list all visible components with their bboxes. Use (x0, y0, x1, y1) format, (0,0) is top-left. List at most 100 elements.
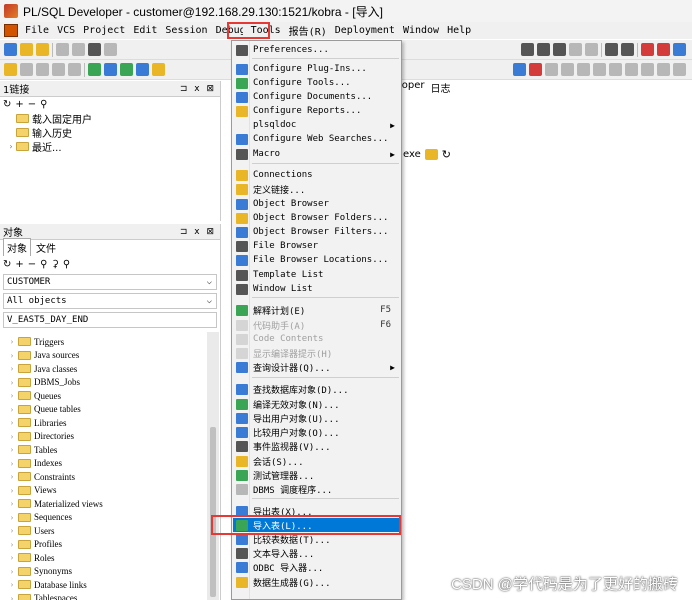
report-icon[interactable] (136, 63, 149, 76)
print-icon[interactable] (88, 43, 101, 56)
tree-item[interactable]: 输入历史 (6, 125, 220, 140)
tree-item[interactable]: 载入固定用户 (6, 111, 220, 126)
remove-icon[interactable]: − (28, 259, 36, 270)
window-tile-icon[interactable] (605, 42, 618, 56)
test-window-icon[interactable] (120, 63, 133, 76)
menu-item-window-list[interactable]: Window List (233, 282, 401, 296)
expand-icon[interactable]: › (6, 432, 18, 441)
tree-item[interactable]: › Roles (6, 551, 206, 565)
menu-item-test-manager[interactable]: 测试管理器... (233, 468, 401, 482)
expand-icon[interactable]: › (6, 499, 18, 508)
menu-item-connections[interactable]: Connections (233, 168, 401, 182)
tree-item[interactable]: › Database links (6, 578, 206, 592)
tree-item[interactable]: › Views (6, 484, 206, 498)
uncomment-icon[interactable] (569, 42, 582, 56)
menu-item-define-link[interactable]: 定义链接... (233, 182, 401, 196)
menu-item-compare-user[interactable]: 比较用户对象(O)... (233, 425, 401, 439)
open-recent-icon[interactable] (36, 43, 49, 56)
menu-item-event-monitor[interactable]: 事件监视器(V)... (233, 439, 401, 453)
indent-icon[interactable] (521, 42, 534, 56)
menu-item-web-search[interactable]: Configure Web Searches... (233, 132, 401, 146)
expand-icon[interactable]: › (6, 459, 18, 468)
menu-item-find-objects[interactable]: 查找数据库对象(D)... (233, 382, 401, 396)
tab-files[interactable]: 文件 (33, 239, 59, 256)
open-icon[interactable] (20, 43, 33, 56)
macro-list-icon[interactable] (657, 63, 670, 76)
command-window-icon[interactable] (104, 63, 117, 76)
search-icon[interactable] (4, 63, 17, 76)
brush-icon[interactable] (36, 63, 49, 76)
expand-icon[interactable]: › (6, 580, 18, 589)
system-menu-icon[interactable] (4, 24, 18, 37)
macro-stop-icon[interactable] (641, 63, 654, 76)
filter-select[interactable]: All objects ⌵ (3, 293, 217, 309)
menu-window[interactable]: Window (399, 25, 443, 36)
expand-icon[interactable]: › (6, 567, 18, 576)
tree-item[interactable]: › Indexes (6, 457, 206, 471)
toolbox-icon[interactable] (152, 63, 165, 76)
settings-icon[interactable] (20, 63, 33, 76)
menu-item-dbms-scheduler[interactable]: DBMS 调度程序... (233, 482, 401, 496)
menu-item-wrench[interactable]: Preferences... (233, 43, 401, 57)
add-icon[interactable]: + (15, 259, 23, 270)
bookmark-clear-icon[interactable] (593, 63, 606, 76)
menu-item-query-designer[interactable]: 查询设计器(Q)... ▶ (233, 360, 401, 374)
new-icon[interactable] (4, 43, 17, 56)
tab-developer[interactable]: loper (399, 80, 425, 95)
tree-item[interactable]: › Java classes (6, 362, 206, 376)
menu-item-file-browser[interactable]: File Browser (233, 239, 401, 253)
menu-item-plsqldoc[interactable]: plsqldoc ▶ (233, 118, 401, 132)
menu-vcs[interactable]: VCS (53, 25, 79, 36)
bell-icon[interactable] (52, 63, 65, 76)
object-search-input[interactable]: V_EAST5_DAY_END (3, 312, 217, 328)
favorite-icon[interactable]: ⚲ (63, 259, 70, 270)
panel-pin-close-icon[interactable]: ⊐ x ⊠ (180, 84, 220, 94)
menu-item-compile[interactable]: 编译无效对象(N)... (233, 397, 401, 411)
expand-icon[interactable]: › (6, 378, 18, 387)
menu-report[interactable]: 报告(R) (285, 23, 331, 38)
menu-help[interactable]: Help (443, 25, 475, 36)
bookmark-icon[interactable] (545, 63, 558, 76)
tree-item[interactable]: › Users (6, 524, 206, 538)
expand-icon[interactable]: › (6, 351, 18, 360)
refresh-icon[interactable]: ↻ (3, 99, 11, 110)
tree-item[interactable]: › Java sources (6, 349, 206, 363)
menu-file[interactable]: File (21, 25, 53, 36)
filter-icon[interactable]: ⚲ (40, 99, 47, 110)
comment-icon[interactable] (553, 42, 566, 56)
open-folder-icon[interactable] (424, 149, 438, 160)
panel-pin-close-icon[interactable]: ⊐ x ⊠ (180, 227, 220, 237)
find-icon[interactable]: ⚲ (40, 259, 47, 270)
refresh-icon[interactable]: ↻ (442, 148, 451, 161)
tree-item[interactable]: › DBMS_Jobs (6, 376, 206, 390)
macro-play-icon[interactable] (625, 63, 638, 76)
save-all-icon[interactable] (72, 43, 85, 56)
expand-icon[interactable]: › (6, 418, 18, 427)
info-icon[interactable] (673, 42, 686, 56)
expand-icon[interactable]: › (6, 513, 18, 522)
menu-session[interactable]: Session (161, 25, 211, 36)
tree-item[interactable]: › Libraries (6, 416, 206, 430)
menu-item-export-user[interactable]: 导出用户对象(U)... (233, 411, 401, 425)
menu-item-folders[interactable]: Object Browser Folders... (233, 211, 401, 225)
expand-icon[interactable]: › (6, 142, 16, 151)
macro-record-icon[interactable] (609, 63, 622, 76)
refresh-icon[interactable]: ↻ (3, 259, 11, 270)
expand-icon[interactable]: › (6, 540, 18, 549)
misc-icon[interactable] (673, 63, 686, 76)
menu-item-compiler-hints[interactable]: 显示编译器提示(H) (233, 346, 401, 360)
sql-window-icon[interactable] (88, 63, 101, 76)
menu-item-tools[interactable]: Configure Tools... (233, 76, 401, 90)
tree-item[interactable]: › Directories (6, 430, 206, 444)
menu-item-explain-plan[interactable]: 解释计划(E) F5 (233, 303, 401, 317)
remove-icon[interactable]: − (28, 99, 36, 110)
expand-icon[interactable]: › (6, 472, 18, 481)
tree-item[interactable]: › Constraints (6, 470, 206, 484)
expand-icon[interactable]: › (6, 526, 18, 535)
menu-item-code-assistant[interactable]: 代码助手(A) F6 (233, 318, 401, 332)
tree-item[interactable]: › Materialized views (6, 497, 206, 511)
tree-item[interactable]: › Profiles (6, 538, 206, 552)
menu-edit[interactable]: Edit (129, 25, 161, 36)
menu-item-data-generator[interactable]: 数据生成器(G)... (233, 575, 401, 589)
arrow-left-icon[interactable] (529, 63, 542, 76)
